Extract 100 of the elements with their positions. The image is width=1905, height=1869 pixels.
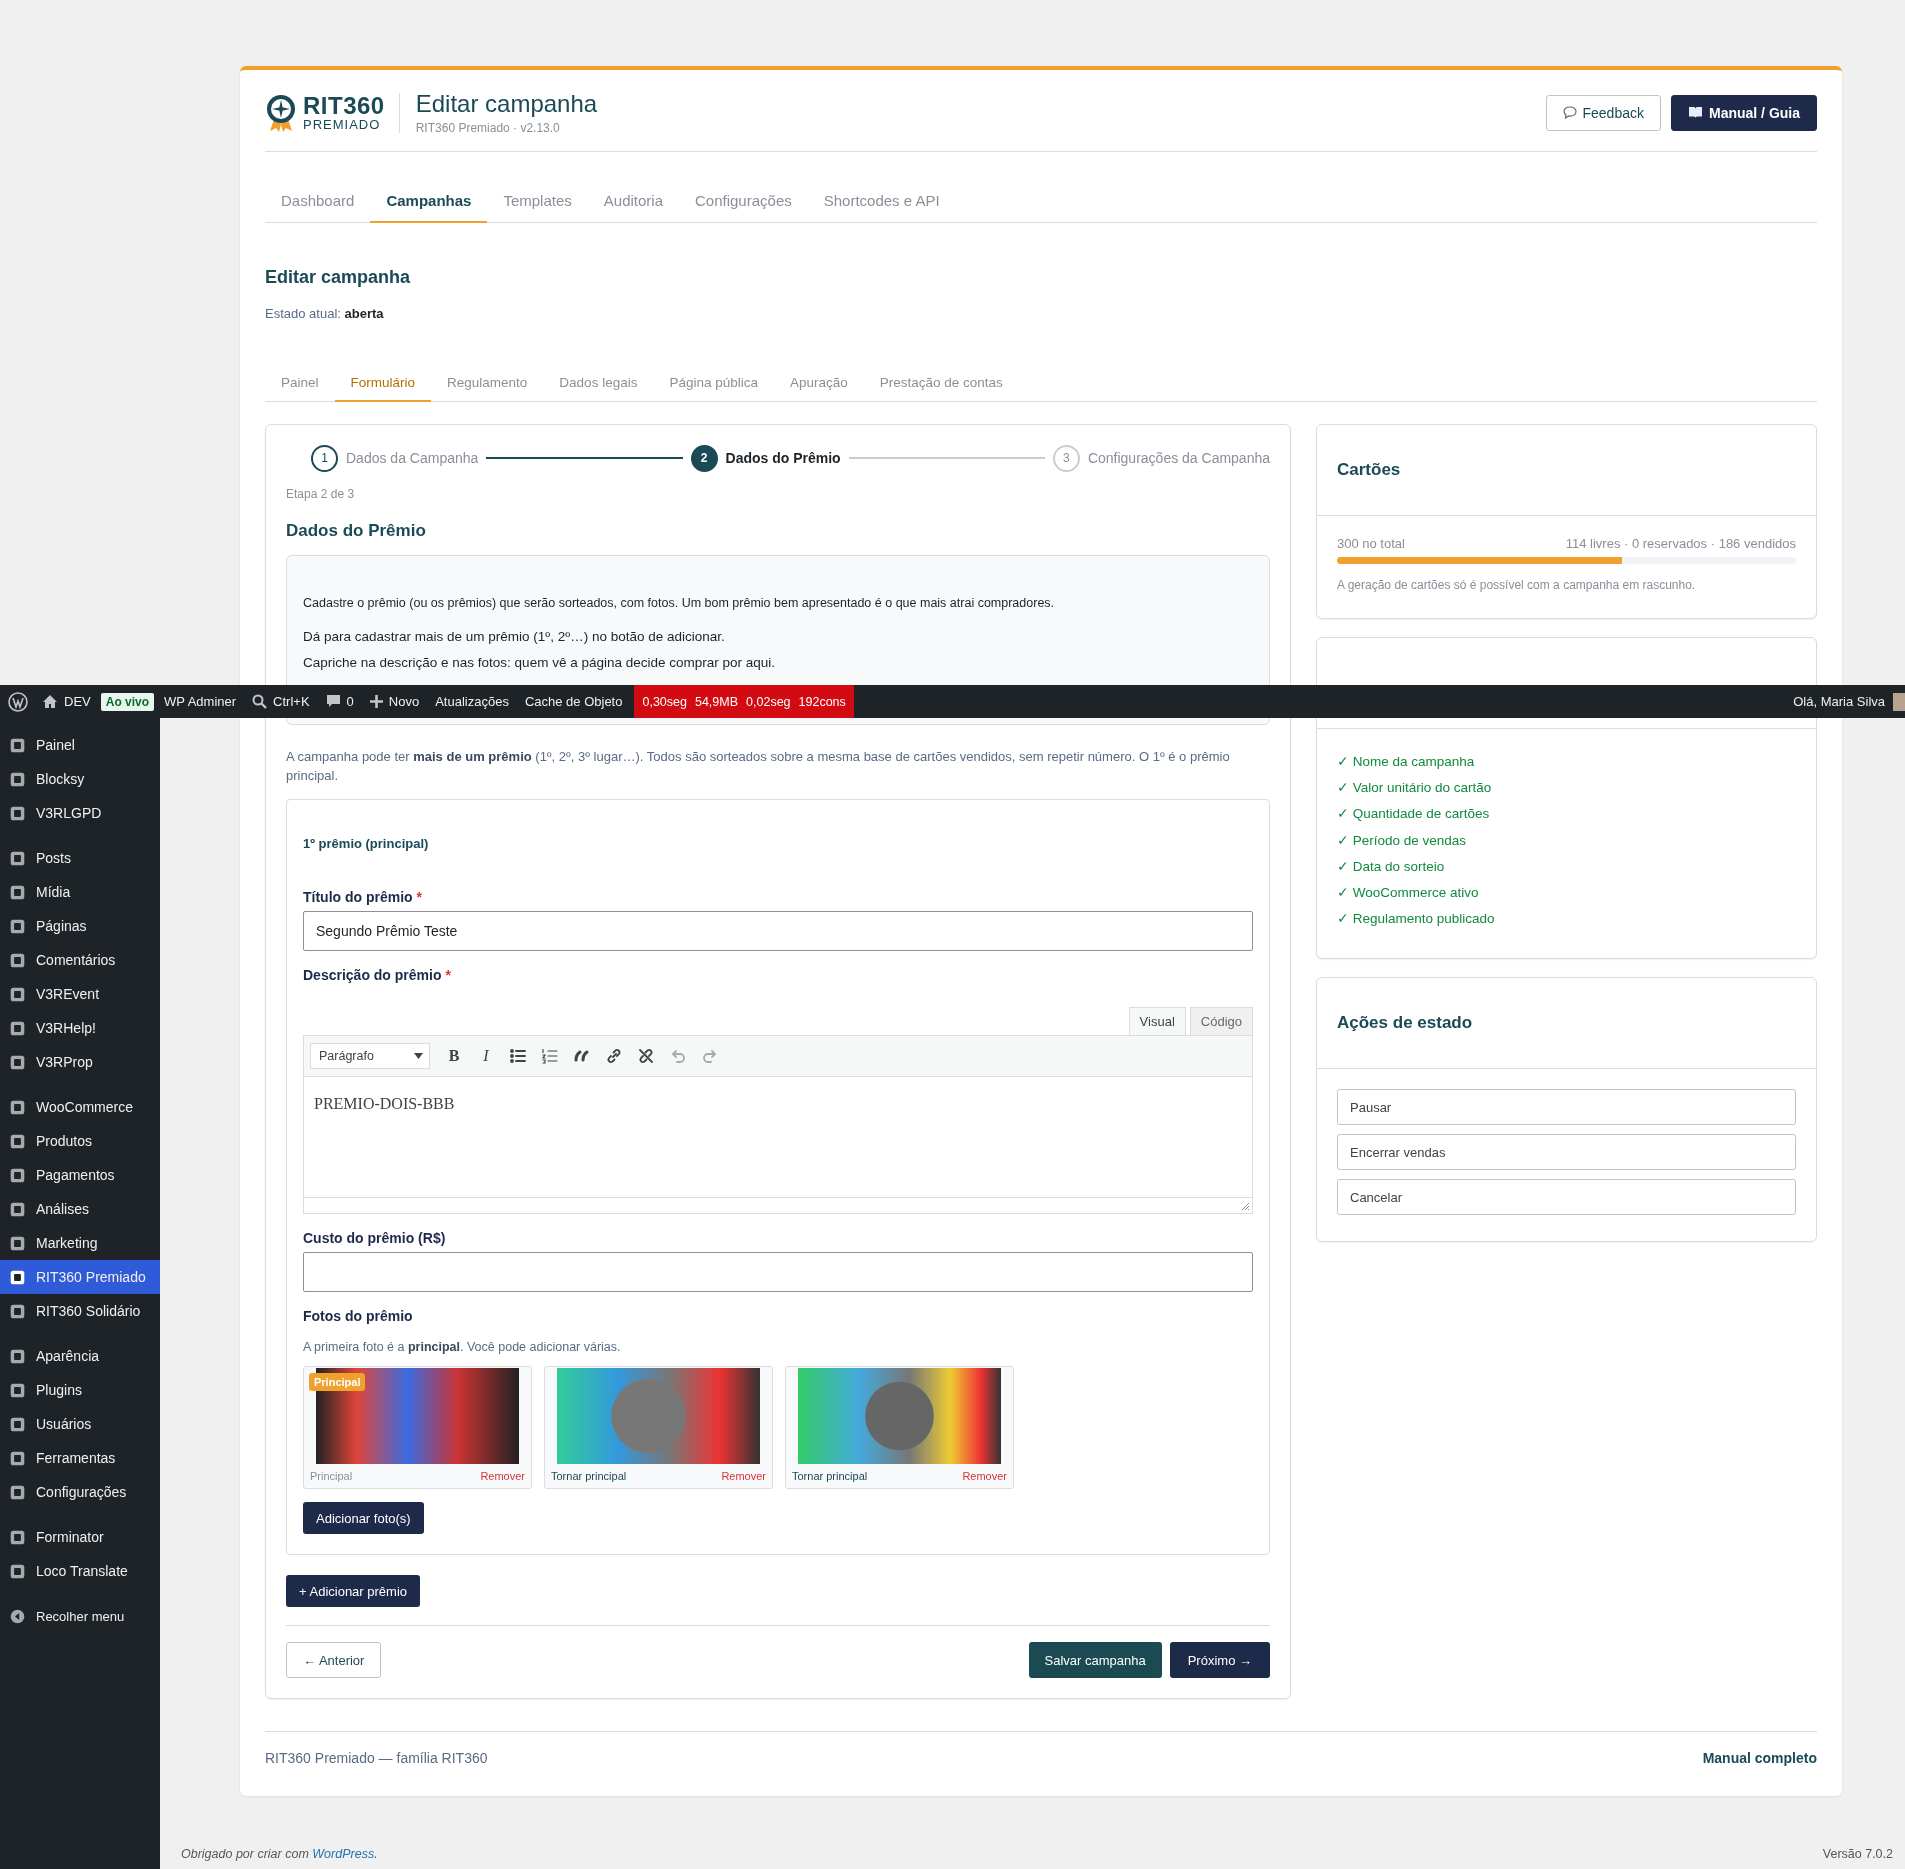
menu-icon [9,736,26,754]
section-heading: Editar campanha [265,267,412,288]
book-icon [1688,106,1703,119]
site-link[interactable]: DEV [34,685,99,718]
add-photos-button[interactable]: Adicionar foto(s) [303,1502,424,1534]
sidebar-item[interactable]: Mídia [0,875,160,909]
menu-icon [9,1098,26,1116]
add-prize-button[interactable]: + Adicionar prêmio [286,1575,421,1607]
comments-link[interactable]: 0 [317,685,362,718]
sidebar-item[interactable]: Loco Translate [0,1554,160,1588]
input-field[interactable] [303,1252,1253,1292]
editor-tab[interactable]: Visual [1128,1007,1186,1035]
performance-stats[interactable]: 0,30seg 54,9MB 0,02seg 192cons [634,685,854,718]
menu-icon [9,770,26,788]
manual-link[interactable]: Manual completo [1702,1750,1817,1766]
step-number: 2 [690,444,718,472]
format-dropdown[interactable]: Parágrafo [310,1043,430,1069]
sidebar-item[interactable]: Forminator [0,1520,160,1554]
status-text: Estado atual: aberta [265,306,385,321]
toolbar-link[interactable]: WP Adminer [156,685,245,718]
sidebar-item[interactable]: Marketing [0,1226,160,1260]
sidebar-item[interactable]: RIT360 Solidário [0,1294,160,1328]
checklist-item: ✓ Regulamento publicado [1337,910,1496,929]
sidebar-item[interactable]: Usuários [0,1407,160,1441]
menu-icon [9,1200,26,1218]
step-number: 3 [1052,444,1080,472]
stat-value: 192cons [798,694,846,709]
avatar[interactable] [1893,692,1905,711]
italic-button[interactable]: I [472,1042,500,1070]
primary-badge: Principal [309,1373,366,1391]
note-text: A geração de cartões só é possível com a campanha em rascunho. [1337,578,1697,592]
redo-icon [701,1047,719,1065]
sidebar-item[interactable]: Análises [0,1192,160,1226]
brand-tagline: PREMIADO [303,118,382,131]
checklist-item: ✓ Quantidade de cartões [1337,805,1491,824]
sidebar-item[interactable]: V3RProp [0,1045,160,1079]
action-button[interactable]: Pausar [1337,1089,1796,1126]
step-label: Dados do Prêmio [725,450,841,466]
sidebar-item[interactable]: Configurações [0,1475,160,1509]
search-button[interactable]: Ctrl+K [244,685,318,718]
live-badge: Ao vivo [100,692,155,711]
sidebar-item[interactable]: Produtos [0,1124,160,1158]
collapse-menu-button[interactable]: Recolher menu [0,1599,160,1633]
bold-button[interactable]: B [440,1042,468,1070]
menu-icon [9,1302,26,1320]
link-icon [605,1047,623,1065]
make-primary-link[interactable]: Tornar principal [792,1470,868,1482]
sidebar-item[interactable]: V3RHelp! [0,1011,160,1045]
sidebar-item[interactable]: WooCommerce [0,1090,160,1124]
previous-button[interactable]: ← Anterior [286,1642,382,1678]
sub-tab[interactable]: Formulário [334,365,432,402]
menu-icon [9,849,26,867]
remove-link[interactable]: Remover [962,1470,1007,1482]
step-label: Configurações da Campanha [1087,450,1270,466]
save-button[interactable]: Salvar campanha [1028,1642,1162,1678]
sidebar-item[interactable]: Plugins [0,1373,160,1407]
input-field[interactable]: Segundo Prêmio Teste [303,911,1253,951]
make-primary-link[interactable]: Tornar principal [551,1470,627,1482]
sidebar-item[interactable]: Posts [0,841,160,875]
sidebar-item[interactable]: Blocksy [0,762,160,796]
next-button[interactable]: Próximo → [1169,1642,1270,1678]
sidebar-item[interactable]: Aparência [0,1339,160,1373]
toolbar-link[interactable]: Atualizações [427,685,517,718]
nav-tab[interactable]: Campanhas [370,180,488,223]
breakdown-label: 114 livres · 0 reservados · 186 vendidos [1565,536,1796,551]
menu-icon [9,951,26,969]
sidebar-item[interactable]: V3REvent [0,977,160,1011]
section-title: Dados do Prêmio [286,521,427,541]
sidebar-item[interactable]: Painel [0,728,160,762]
numbered-list-icon [541,1047,559,1065]
sidebar-item[interactable]: V3RLGPD [0,796,160,830]
new-content-link[interactable]: Novo [361,685,428,718]
sidebar-item[interactable]: Pagamentos [0,1158,160,1192]
speech-bubble-icon [325,694,341,709]
feedback-button[interactable]: Feedback [1545,94,1661,131]
menu-icon [9,1019,26,1037]
sidebar-item[interactable]: RIT360 Premiado [0,1260,160,1294]
resize-grip-icon[interactable] [1241,1202,1250,1211]
wordpress-logo-icon[interactable] [8,691,28,712]
card-title: Ações de estado [1337,1013,1473,1034]
menu-icon [9,1234,26,1252]
sidebar-item[interactable]: Ferramentas [0,1441,160,1475]
menu-icon [9,1449,26,1467]
editor-tab[interactable]: Código [1189,1007,1253,1035]
action-button[interactable]: Encerrar vendas [1337,1134,1796,1171]
editor-content[interactable]: PREMIO-DOIS-BBB [304,1077,1252,1197]
action-button[interactable]: Cancelar [1337,1179,1796,1216]
field-label: Descrição do prêmio * [303,967,452,983]
manual-button[interactable]: Manual / Guia [1671,94,1817,131]
greeting-text[interactable]: Olá, Maria Silva [1793,694,1885,709]
sidebar-item[interactable]: Comentários [0,943,160,977]
remove-link[interactable]: Remover [480,1470,525,1482]
primary-label: Principal [310,1470,353,1482]
bullet-list-icon [509,1047,527,1065]
remove-link[interactable]: Remover [721,1470,766,1482]
step-label: Dados da Campanha [346,450,479,466]
footer-text: RIT360 Premiado — família RIT360 [265,1750,488,1766]
toolbar-link[interactable]: Cache de Objeto [516,685,631,718]
sidebar-item[interactable]: Páginas [0,909,160,943]
menu-icon [9,1483,26,1501]
